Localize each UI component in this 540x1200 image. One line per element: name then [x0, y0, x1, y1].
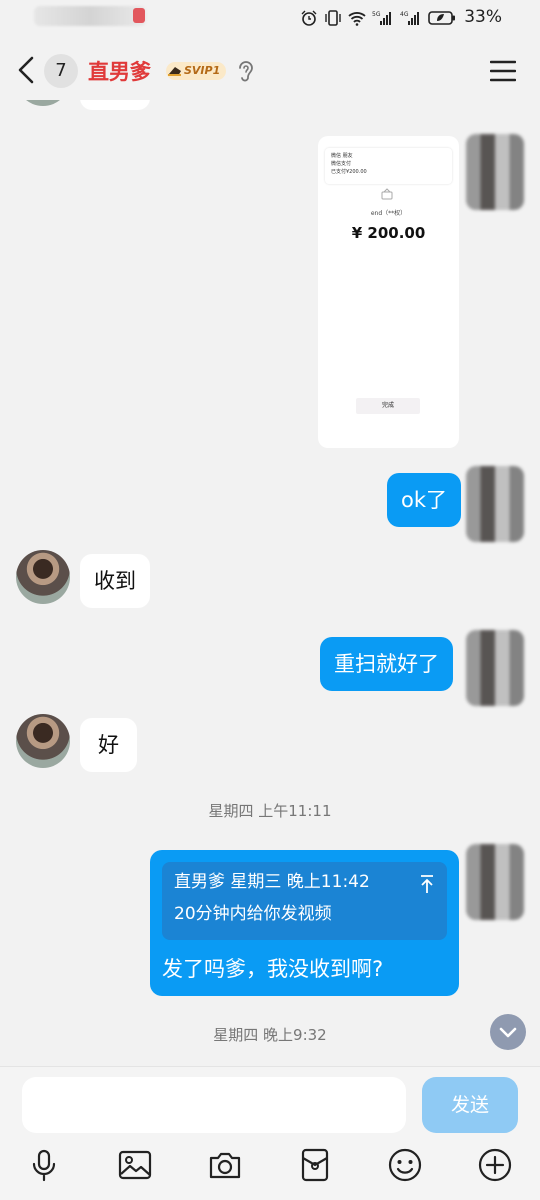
- scroll-to-bottom-button[interactable]: [490, 1014, 526, 1050]
- signal-4g-icon: 4G: [400, 11, 419, 25]
- mic-icon[interactable]: [26, 1147, 62, 1183]
- back-arrow-icon[interactable]: [14, 54, 42, 86]
- hat-icon: [168, 67, 181, 76]
- carrier-name-blurred: [34, 6, 146, 26]
- payment-card-line3: 已支付¥200.00: [331, 169, 367, 175]
- quoted-message[interactable]: 直男爹 星期三 晚上11:42 20分钟内给你发视频: [162, 862, 447, 940]
- svip-badge[interactable]: SVIP1: [166, 62, 227, 80]
- unread-count-badge[interactable]: 7: [44, 54, 78, 88]
- timestamp: 星期四 上午11:11: [208, 802, 332, 820]
- payment-amount: ¥ 200.00: [351, 224, 426, 242]
- message-input[interactable]: [22, 1077, 406, 1133]
- ear-icon[interactable]: [236, 59, 254, 83]
- contact-name[interactable]: 直男爹: [88, 56, 151, 86]
- svg-text:5G: 5G: [372, 11, 381, 18]
- image-icon[interactable]: [117, 1147, 153, 1183]
- notification-dot: [133, 8, 145, 23]
- battery-percent: 33%: [464, 7, 502, 27]
- message-out[interactable]: 重扫就好了: [320, 637, 453, 691]
- emoji-icon[interactable]: [387, 1147, 423, 1183]
- payment-card: 微信 朋友 微信支付 已支付¥200.00: [325, 148, 452, 184]
- my-avatar-blurred[interactable]: [466, 466, 524, 542]
- jump-to-quote-icon[interactable]: [419, 874, 435, 894]
- status-bar: 5G 4G 33%: [0, 0, 540, 36]
- payment-done-button: 完成: [356, 398, 420, 414]
- chat-area[interactable]: 微信 朋友 微信支付 已支付¥200.00 end（**权） ¥ 200.00 …: [0, 100, 540, 1066]
- contact-avatar[interactable]: [16, 714, 70, 768]
- chat-header: 7 直男爹 SVIP1: [0, 42, 540, 98]
- plus-icon[interactable]: [477, 1147, 513, 1183]
- payment-card-line2: 微信支付: [331, 161, 352, 167]
- status-icons: 5G 4G: [300, 8, 456, 28]
- my-avatar-blurred[interactable]: [466, 630, 524, 706]
- timestamp: 星期四 晚上9:32: [213, 1026, 327, 1044]
- red-packet-icon[interactable]: [297, 1147, 333, 1183]
- quoted-message-header: 直男爹 星期三 晚上11:42: [174, 872, 370, 892]
- reply-message-bubble[interactable]: 直男爹 星期三 晚上11:42 20分钟内给你发视频 发了吗爹，我没收到啊?: [150, 850, 459, 996]
- contact-avatar[interactable]: [16, 550, 70, 604]
- vibrate-icon: [325, 10, 341, 26]
- wifi-icon: [348, 12, 366, 26]
- payment-icon: [381, 188, 393, 200]
- svip-label: SVIP1: [184, 64, 221, 77]
- input-toolbar: [0, 1147, 540, 1187]
- signal-5g-icon: 5G: [372, 11, 391, 25]
- battery-icon: [428, 11, 455, 25]
- menu-icon[interactable]: [490, 60, 516, 82]
- chevron-down-icon: [499, 1027, 517, 1038]
- payment-screenshot-image[interactable]: 微信 朋友 微信支付 已支付¥200.00 end（**权） ¥ 200.00 …: [318, 136, 459, 448]
- payment-card-line1: 微信 朋友: [331, 153, 353, 159]
- message-in[interactable]: 好: [80, 718, 137, 772]
- quoted-message-text: 20分钟内给你发视频: [174, 904, 332, 924]
- alarm-icon: [301, 10, 317, 26]
- reply-message-text: 发了吗爹，我没收到啊?: [162, 957, 384, 981]
- my-avatar-blurred[interactable]: [466, 844, 524, 920]
- input-area: 发送: [0, 1066, 540, 1200]
- send-button[interactable]: 发送: [422, 1077, 518, 1133]
- message-out[interactable]: ok了: [387, 473, 462, 527]
- message-in[interactable]: 收到: [80, 554, 150, 608]
- contact-avatar[interactable]: [16, 100, 70, 106]
- previous-message-cropped[interactable]: [80, 100, 150, 110]
- my-avatar-blurred[interactable]: [466, 134, 524, 210]
- svg-text:4G: 4G: [400, 11, 409, 18]
- payment-recipient: end（**权）: [370, 210, 407, 217]
- camera-icon[interactable]: [207, 1147, 243, 1183]
